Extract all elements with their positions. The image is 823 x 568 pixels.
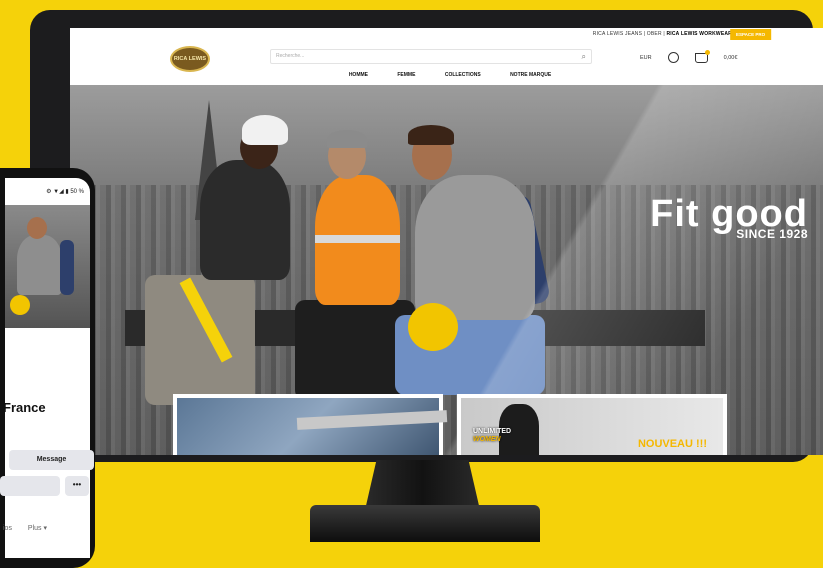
cover-helmet [10, 295, 30, 315]
cover-photo[interactable] [5, 205, 90, 328]
phone-screen: ⚙ ▼◢ ▮ 50 % [5, 178, 90, 558]
hero-banner[interactable]: Fit good SINCE 1928 UNLIMITED WOMEN NOUV… [70, 85, 823, 455]
women-collection-image: UNLIMITED WOMEN NOUVEAU !!! [461, 398, 723, 455]
reflective-stripe [315, 235, 400, 243]
worker-1-jacket [200, 160, 290, 280]
brand-links[interactable]: RICA LEWIS JEANS | OBER | RICA LEWIS WOR… [593, 31, 732, 37]
cover-worker-body [17, 235, 62, 295]
nav-item-homme[interactable]: HOMME [349, 72, 368, 78]
women-collection-label: UNLIMITED WOMEN [473, 428, 511, 444]
monitor-stand-neck [365, 460, 480, 510]
currency-selector[interactable]: EUR [640, 55, 652, 61]
follow-button[interactable] [0, 476, 60, 496]
promo-card-women[interactable]: UNLIMITED WOMEN NOUVEAU !!! [457, 394, 727, 455]
brand-links-text[interactable]: RICA LEWIS JEANS | OBER | [593, 31, 667, 37]
site-header: RICA LEWIS Recherche... ⌕ EUR 0,00€ HOMM… [70, 43, 823, 85]
site-logo[interactable]: RICA LEWIS [170, 46, 210, 72]
profile-tabs: ios Plus ▾ [3, 524, 61, 532]
phone-status-bar: ⚙ ▼◢ ▮ 50 % [46, 189, 84, 195]
promo-card-denim[interactable] [173, 394, 448, 455]
brand-workwear-link[interactable]: RICA LEWIS WORKWEAR [666, 31, 732, 37]
nav-item-femme[interactable]: FEMME [397, 72, 415, 78]
search-input[interactable]: Recherche... ⌕ [270, 49, 592, 64]
smartphone: ⚙ ▼◢ ▮ 50 % France Message ••• ios Plus … [0, 168, 95, 568]
search-icon[interactable]: ⌕ [582, 52, 586, 62]
folding-ruler-image [296, 410, 448, 430]
cover-worker-arm [60, 240, 74, 295]
cover-worker-head [27, 217, 47, 239]
website-screen: RICA LEWIS JEANS | OBER | RICA LEWIS WOR… [70, 28, 823, 455]
top-brand-strip: RICA LEWIS JEANS | OBER | RICA LEWIS WOR… [70, 28, 823, 43]
desktop-monitor: RICA LEWIS JEANS | OBER | RICA LEWIS WOR… [30, 10, 823, 462]
logo-text: RICA LEWIS [173, 55, 207, 62]
monitor-stand-base [310, 505, 540, 542]
hero-slogan: Fit good SINCE 1928 [650, 195, 808, 241]
cart-total[interactable]: 0,00€ [724, 55, 738, 61]
main-nav: HOMME FEMME COLLECTIONS NOTRE MARQUE [70, 72, 823, 78]
white-helmet-image [242, 115, 288, 145]
nav-item-collections[interactable]: COLLECTIONS [445, 72, 481, 78]
nav-item-notre-marque[interactable]: NOTRE MARQUE [510, 72, 551, 78]
cart-icon[interactable] [694, 49, 710, 63]
page-name: France [3, 400, 46, 415]
tab-photos[interactable]: ios [3, 525, 12, 532]
header-actions: EUR 0,00€ [640, 49, 738, 63]
account-icon[interactable] [667, 52, 679, 63]
nouveau-badge: NOUVEAU !!! [637, 438, 707, 450]
espace-pro-button[interactable]: ESPACE PRO [730, 29, 772, 40]
message-button[interactable]: Message [9, 450, 94, 470]
label-unlimited: UNLIMITED [473, 428, 512, 435]
search-placeholder: Recherche... [276, 53, 305, 59]
worker-2-hair [327, 130, 367, 148]
label-women: WOMEN [473, 436, 501, 443]
more-options-button[interactable]: ••• [65, 476, 89, 496]
worker-1-legs [145, 275, 255, 405]
tab-more[interactable]: Plus ▾ [28, 525, 47, 532]
denim-image [177, 398, 448, 455]
